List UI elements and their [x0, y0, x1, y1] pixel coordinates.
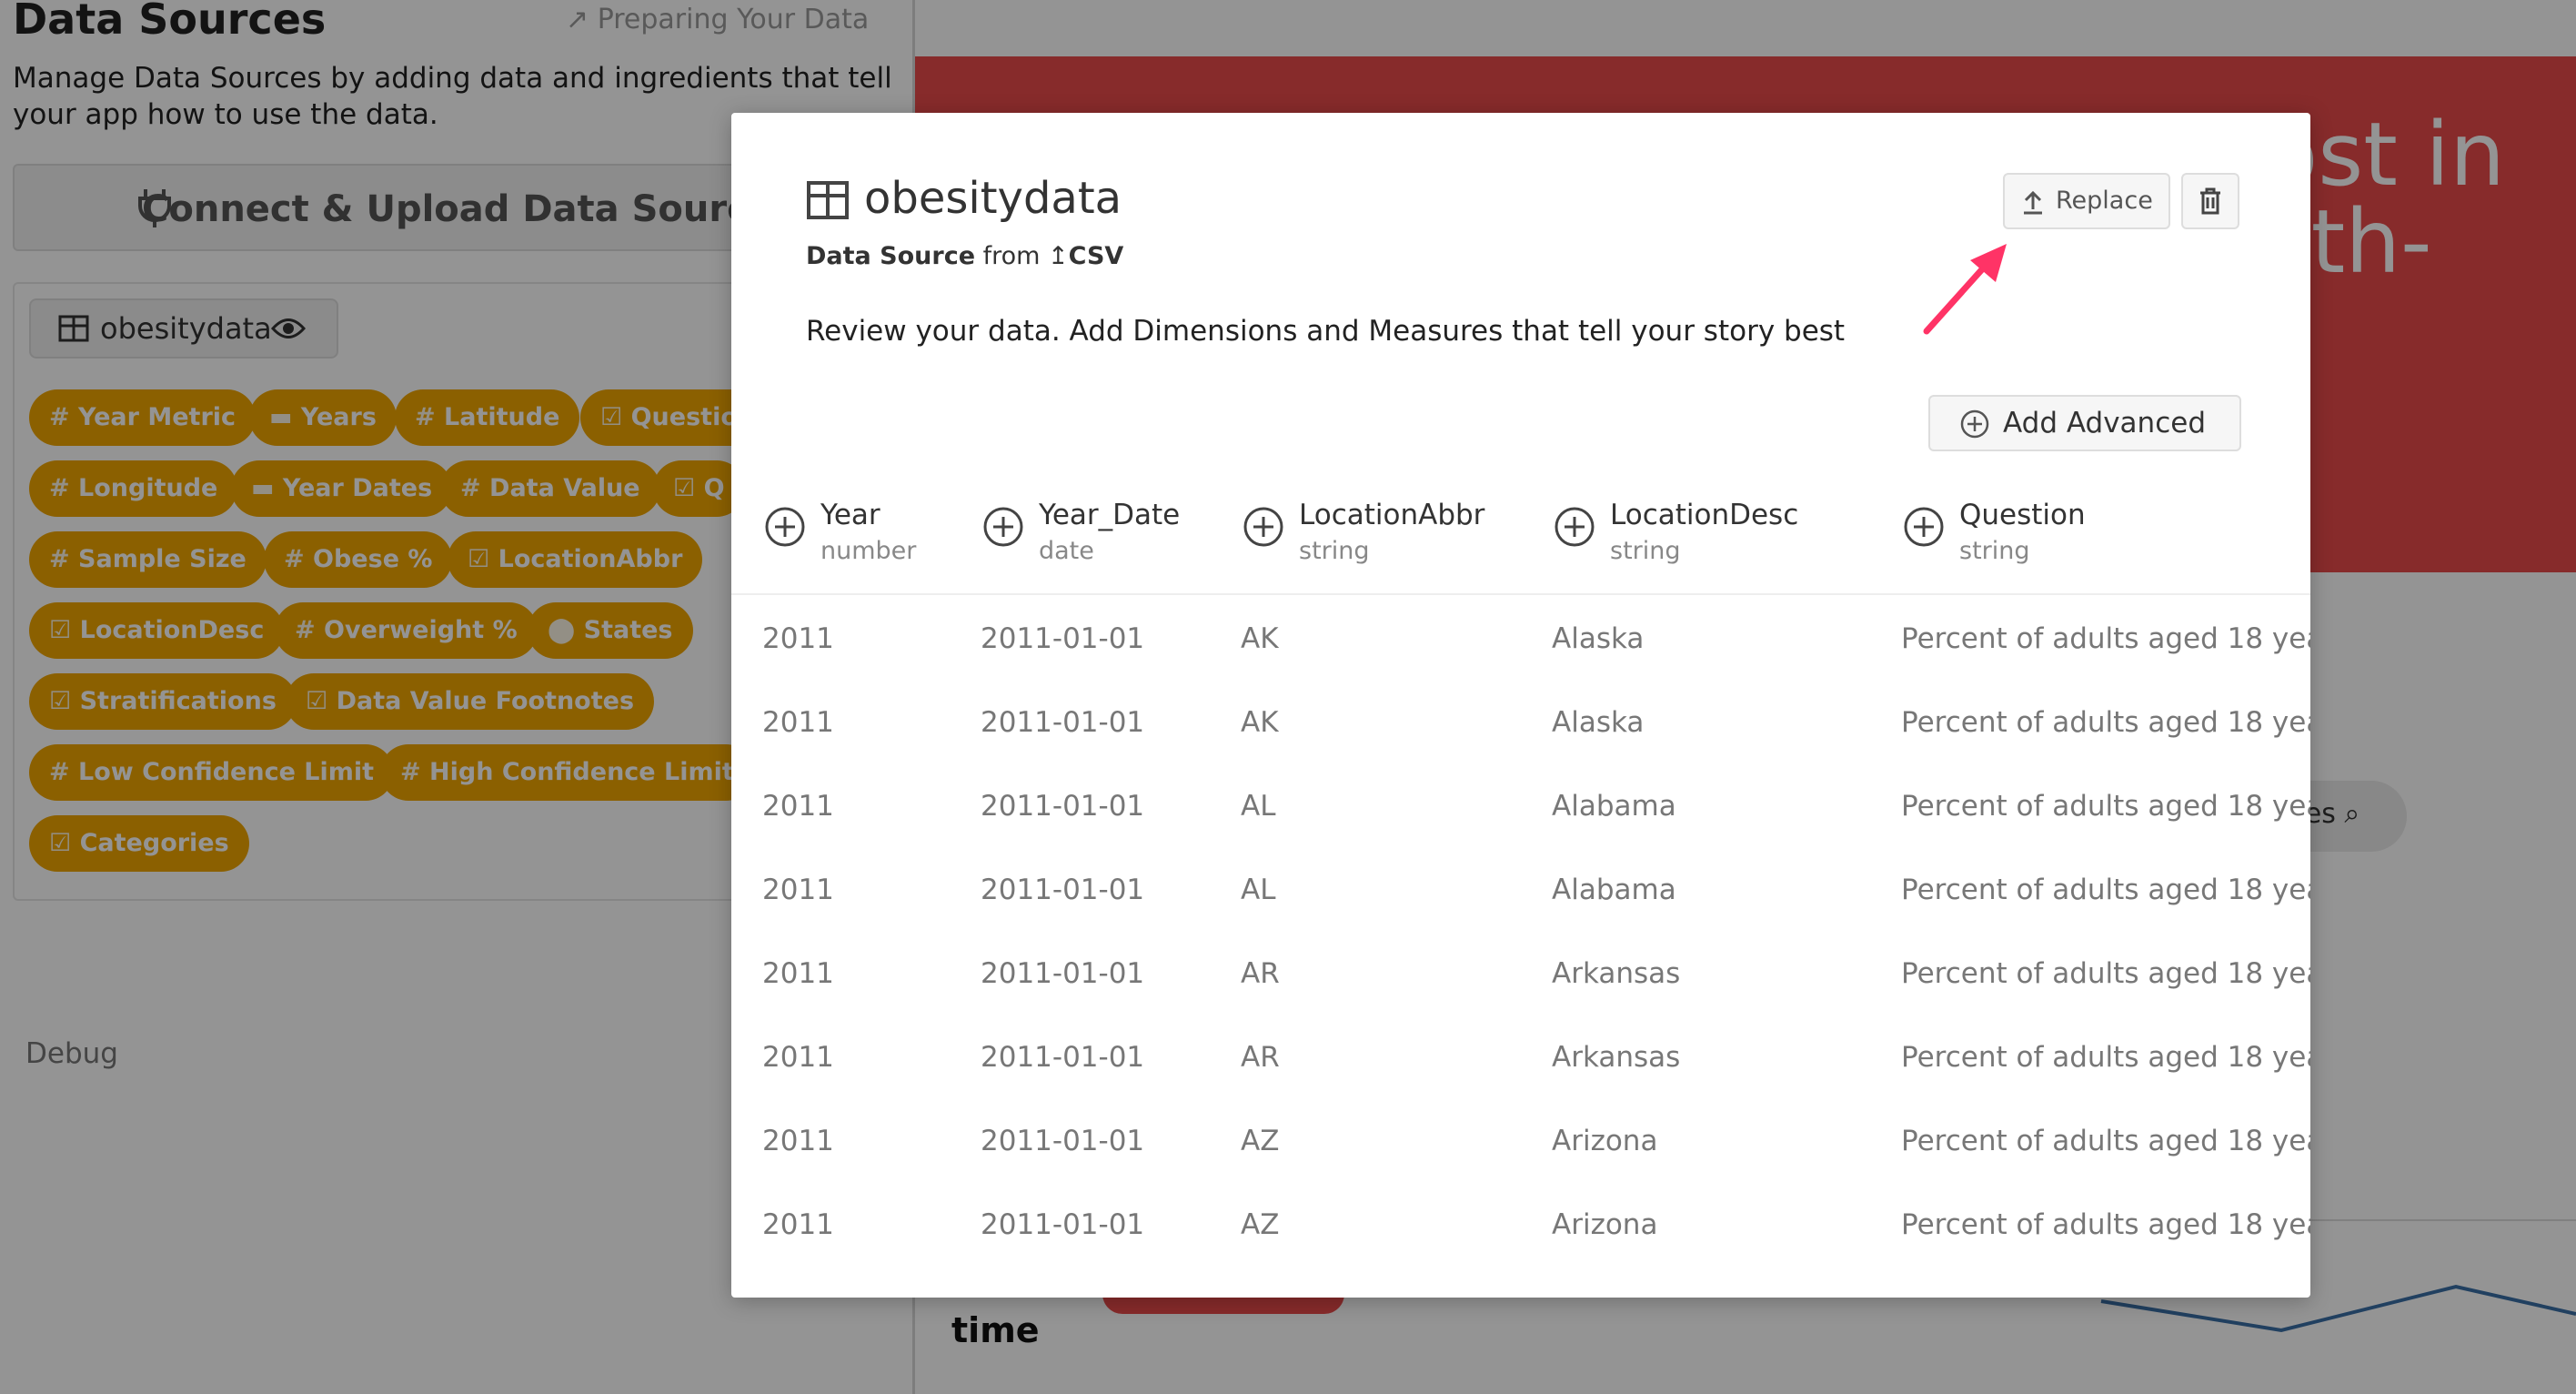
table-cell: AZ	[1241, 1208, 1280, 1241]
table-cell: Percent of adults aged 18 yea	[1901, 622, 2310, 655]
column-type: number	[820, 537, 917, 565]
table-cell: Percent of adults aged 18 yea	[1901, 1208, 2310, 1241]
table-cell: 2011	[762, 957, 834, 990]
add-column-icon[interactable]	[764, 506, 806, 548]
column-type: string	[1299, 537, 1370, 565]
table-cell: 2011	[762, 706, 834, 739]
subtitle-source: Data Source	[806, 242, 976, 270]
column-type: date	[1039, 537, 1094, 565]
table-cell: 2011	[762, 790, 834, 823]
table-cell: 2011	[762, 1125, 834, 1157]
table-cell: Alaska	[1552, 706, 1645, 739]
replace-button[interactable]: Replace	[2003, 173, 2170, 229]
table-header-divider	[731, 593, 2310, 595]
table-cell: Arkansas	[1552, 1041, 1681, 1074]
table-cell: 2011	[762, 622, 834, 655]
table-cell: AK	[1241, 622, 1279, 655]
table-cell: AL	[1241, 874, 1276, 906]
table-cell: 2011-01-01	[981, 790, 1145, 823]
table-icon	[807, 181, 849, 219]
table-cell: Arkansas	[1552, 957, 1681, 990]
modal-description: Review your data. Add Dimensions and Mea…	[806, 315, 1846, 348]
add-column-icon[interactable]	[982, 506, 1024, 548]
table-cell: Arizona	[1552, 1208, 1658, 1241]
table-cell: AZ	[1241, 1125, 1280, 1157]
table-cell: Percent of adults aged 18 yea	[1901, 706, 2310, 739]
plus-circle-icon	[1960, 409, 1989, 439]
upload-icon: ↥	[1048, 242, 1069, 270]
table-cell: Percent of adults aged 18 yea	[1901, 957, 2310, 990]
table-cell: 2011	[762, 1208, 834, 1241]
table-cell: Percent of adults aged 18 yea	[1901, 790, 2310, 823]
table-cell: Percent of adults aged 18 yea	[1901, 874, 2310, 906]
add-advanced-label: Add Advanced	[2003, 407, 2206, 439]
table-cell: 2011-01-01	[981, 706, 1145, 739]
upload-icon	[2024, 190, 2042, 215]
modal-title: obesitydata	[864, 173, 1122, 224]
column-name: Year	[820, 499, 880, 531]
table-cell: Percent of adults aged 18 yea	[1901, 1125, 2310, 1157]
table-cell: AK	[1241, 706, 1279, 739]
modal-subtitle: Data Source from ↥CSV	[806, 242, 1123, 270]
table-cell: 2011-01-01	[981, 1208, 1145, 1241]
table-cell: AR	[1241, 957, 1280, 990]
table-cell: 2011	[762, 874, 834, 906]
column-name: Question	[1959, 499, 2086, 531]
column-name: LocationAbbr	[1299, 499, 1485, 531]
table-cell: Arizona	[1552, 1125, 1658, 1157]
table-cell: 2011-01-01	[981, 957, 1145, 990]
column-type: string	[1610, 537, 1681, 565]
column-name: LocationDesc	[1610, 499, 1799, 531]
table-cell: 2011	[762, 1041, 834, 1074]
table-cell: Alabama	[1552, 874, 1676, 906]
table-cell: 2011-01-01	[981, 622, 1145, 655]
annotation-arrow	[1923, 244, 2007, 335]
subtitle-type: CSV	[1068, 242, 1124, 270]
add-column-icon[interactable]	[1554, 506, 1595, 548]
table-cell: 2011-01-01	[981, 1125, 1145, 1157]
add-column-icon[interactable]	[1243, 506, 1284, 548]
table-cell: 2011-01-01	[981, 1041, 1145, 1074]
table-cell: AR	[1241, 1041, 1280, 1074]
trash-icon	[2200, 187, 2220, 215]
table-cell: Percent of adults aged 18 yea	[1901, 1041, 2310, 1074]
table-cell: AL	[1241, 790, 1276, 823]
data-source-modal: obesitydata Data Source from ↥CSV Replac…	[731, 113, 2310, 1298]
table-cell: 2011-01-01	[981, 874, 1145, 906]
column-name: Year_Date	[1039, 499, 1181, 531]
column-type: string	[1959, 537, 2030, 565]
table-cell: Alaska	[1552, 622, 1645, 655]
delete-button[interactable]	[2181, 173, 2239, 229]
subtitle-from: from	[982, 242, 1041, 270]
add-column-icon[interactable]	[1903, 506, 1945, 548]
table-cell: Alabama	[1552, 790, 1676, 823]
replace-label: Replace	[2056, 187, 2153, 215]
add-advanced-button[interactable]: Add Advanced	[1928, 395, 2241, 451]
